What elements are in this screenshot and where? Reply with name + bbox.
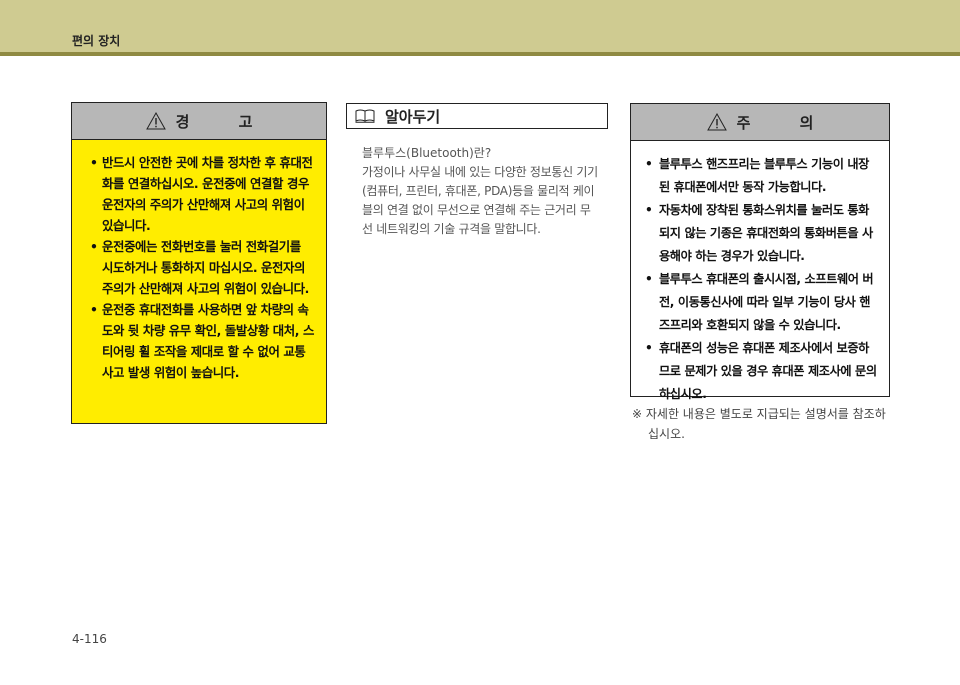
reference-note: ※ 자세한 내용은 별도로 지급되는 설명서를 참조하십시오. bbox=[632, 407, 886, 441]
section-title: 편의 장치 bbox=[72, 34, 121, 48]
warning-list: 반드시 안전한 곳에 차를 정차한 후 휴대전화를 연결하십시오. 운전중에 연… bbox=[72, 140, 326, 383]
header-rule bbox=[0, 52, 960, 56]
warning-triangle-icon bbox=[145, 112, 166, 130]
caution-title: 주 의 bbox=[736, 113, 836, 132]
info-header: 알아두기 bbox=[346, 103, 608, 129]
book-icon bbox=[355, 109, 375, 123]
caution-list: 블루투스 핸즈프리는 블루투스 기능이 내장된 휴대폰에서만 동작 가능합니다.… bbox=[631, 141, 889, 406]
warning-header: 경 고 bbox=[72, 103, 326, 140]
warning-box: 경 고 반드시 안전한 곳에 차를 정차한 후 휴대전화를 연결하십시오. 운전… bbox=[71, 102, 327, 424]
caution-box: 주 의 블루투스 핸즈프리는 블루투스 기능이 내장된 휴대폰에서만 동작 가능… bbox=[630, 103, 890, 401]
info-title: 알아두기 bbox=[385, 107, 441, 126]
info-question: 블루투스(Bluetooth)란? bbox=[362, 146, 492, 160]
warning-item: 운전중에는 전화번호를 눌러 전화걸기를 시도하거나 통화하지 마십시오. 운전… bbox=[90, 236, 314, 299]
warning-title: 경 고 bbox=[175, 112, 275, 131]
caution-item: 휴대폰의 성능은 휴대폰 제조사에서 보증하므로 문제가 있을 경우 휴대폰 제… bbox=[645, 337, 879, 406]
warning-item: 반드시 안전한 곳에 차를 정차한 후 휴대전화를 연결하십시오. 운전중에 연… bbox=[90, 152, 314, 236]
warning-item: 운전중 휴대전화를 사용하면 앞 차량의 속도와 뒷 차량 유무 확인, 돌발상… bbox=[90, 299, 314, 383]
caution-item: 블루투스 휴대폰의 출시시점, 소프트웨어 버전, 이동통신사에 따라 일부 기… bbox=[645, 268, 879, 337]
caution-header: 주 의 bbox=[631, 104, 889, 141]
caution-triangle-icon bbox=[706, 113, 727, 131]
header-band bbox=[0, 0, 960, 52]
caution-item: 블루투스 핸즈프리는 블루투스 기능이 내장된 휴대폰에서만 동작 가능합니다. bbox=[645, 153, 879, 199]
page-number: 4-116 bbox=[72, 632, 107, 646]
info-body: 가정이나 사무실 내에 있는 다양한 정보통신 기기(컴퓨터, 프린터, 휴대폰… bbox=[362, 165, 598, 236]
caution-item: 자동차에 장착된 통화스위치를 눌러도 통화 되지 않는 기종은 휴대전화의 통… bbox=[645, 199, 879, 268]
